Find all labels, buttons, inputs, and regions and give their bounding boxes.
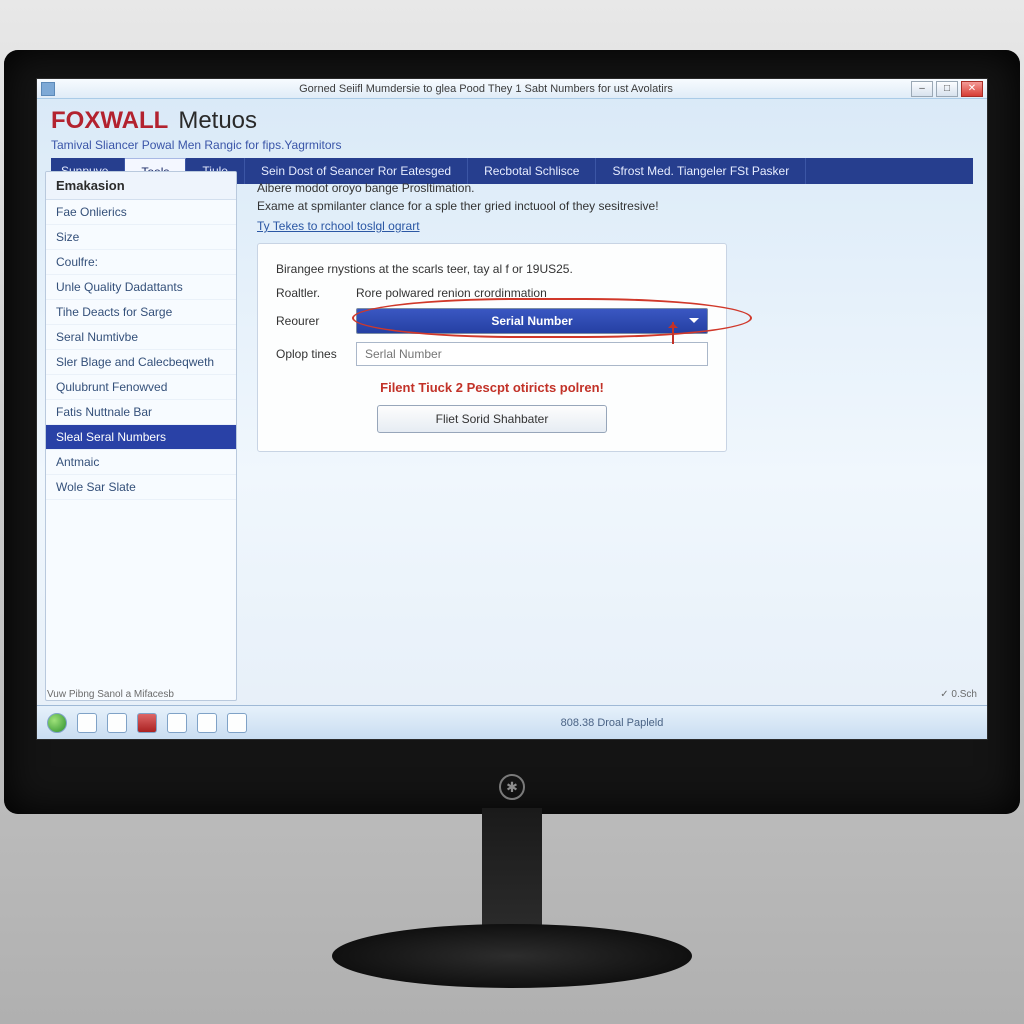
monitor-stand-neck [482,808,542,938]
taskbar-app-6-icon[interactable] [227,713,247,733]
sidebar-item-5[interactable]: Seral Numtivbe [46,325,236,350]
taskbar-app-4-icon[interactable] [167,713,187,733]
main-desc-2: Exame at spmilanter clance for a sple th… [257,199,969,213]
window-title: Gorned Seiifl Mumdersie to glea Pood The… [61,83,911,95]
form-row-select: Reourer Serial Number [276,308,708,334]
monitor-frame: FOXWELL Gorned Seiifl Mumdersie to glea … [0,0,1024,1024]
taskbar-center-text: 808.38 Droal Papleld [257,717,967,729]
status-strip: Vuw Pibng Sanol a Mifacesb ✓ 0.Sch [37,689,987,705]
main-desc-1: Aibere modot oroyo bange Prosltimation. [257,181,969,195]
monitor-bezel: Gorned Seiifl Mumdersie to glea Pood The… [4,50,1020,814]
serial-number-select[interactable]: Serial Number [356,308,708,334]
window-titlebar: Gorned Seiifl Mumdersie to glea Pood The… [37,79,987,99]
submit-button[interactable]: Fliet Sorid Shahbater [377,405,607,433]
sidebar-item-3[interactable]: Unle Quality Dadattants [46,275,236,300]
row1-label: Roaltler. [276,286,346,300]
sidebar-item-11[interactable]: Wole Sar Slate [46,475,236,500]
taskbar: 808.38 Droal Papleld [37,705,987,739]
minimize-button[interactable]: – [911,81,933,97]
taskbar-app-1-icon[interactable] [77,713,97,733]
sidebar-item-2[interactable]: Coulfre: [46,250,236,275]
annotation-arrow-icon [672,322,674,344]
form-hint: Birangee rnystions at the scarls teer, t… [276,262,708,276]
sidebar-item-0[interactable]: Fae Onlierics [46,200,236,225]
content-area: Emakasion Fae Onlierics Size Coulfre: Un… [45,171,979,701]
form-row-description: Roaltler. Rore polwared renion crordinma… [276,286,708,300]
statusbar-left: Vuw Pibng Sanol a Mifacesb [47,689,174,705]
maximize-button[interactable]: □ [936,81,958,97]
row3-label: Oplop tines [276,347,346,361]
statusbar-right: ✓ 0.Sch [940,689,977,705]
serial-number-select-value: Serial Number [491,314,572,328]
sidebar-item-9[interactable]: Sleal Seral Numbers [46,425,236,450]
taskbar-app-5-icon[interactable] [197,713,217,733]
sidebar-item-4[interactable]: Tihe Deacts for Sarge [46,300,236,325]
sidebar-heading: Emakasion [46,172,236,200]
form-warning: Filent Tiuck 2 Pescpt otiricts polren! [276,380,708,395]
taskbar-app-2-icon[interactable] [107,713,127,733]
start-orb-icon[interactable] [47,713,67,733]
sidebar-item-8[interactable]: Fatis Nuttnale Bar [46,400,236,425]
window-app-icon [41,82,55,96]
window-controls: – □ ✕ [911,81,983,97]
sidebar-item-7[interactable]: Qulubrunt Fenowved [46,375,236,400]
form-row-input: Oplop tines [276,342,708,366]
sidebar-item-6[interactable]: Sler Blage and Calecbeqweth [46,350,236,375]
serial-number-input[interactable] [356,342,708,366]
monitor-logo-icon: ✱ [499,774,525,800]
app-brand-main: FOXWALL [51,107,168,135]
sidebar-item-10[interactable]: Antmaic [46,450,236,475]
sidebar: Emakasion Fae Onlierics Size Coulfre: Un… [45,171,237,701]
close-button[interactable]: ✕ [961,81,983,97]
screen: Gorned Seiifl Mumdersie to glea Pood The… [36,78,988,740]
app-brand-sub: Metuos [178,107,257,135]
serial-form: Birangee rnystions at the scarls teer, t… [257,243,727,452]
sidebar-item-1[interactable]: Size [46,225,236,250]
row2-label: Reourer [276,314,346,328]
monitor-stand-base [332,924,692,988]
main-panel: Aibere modot oroyo bange Prosltimation. … [247,171,979,701]
main-help-link[interactable]: Ty Tekes to rchool toslgl ogrart [257,219,969,233]
app-tagline: Tamival Sliancer Powal Men Rangic for fi… [51,138,973,152]
taskbar-app-3-icon[interactable] [137,713,157,733]
row1-value: Rore polwared renion crordinmation [356,286,547,300]
